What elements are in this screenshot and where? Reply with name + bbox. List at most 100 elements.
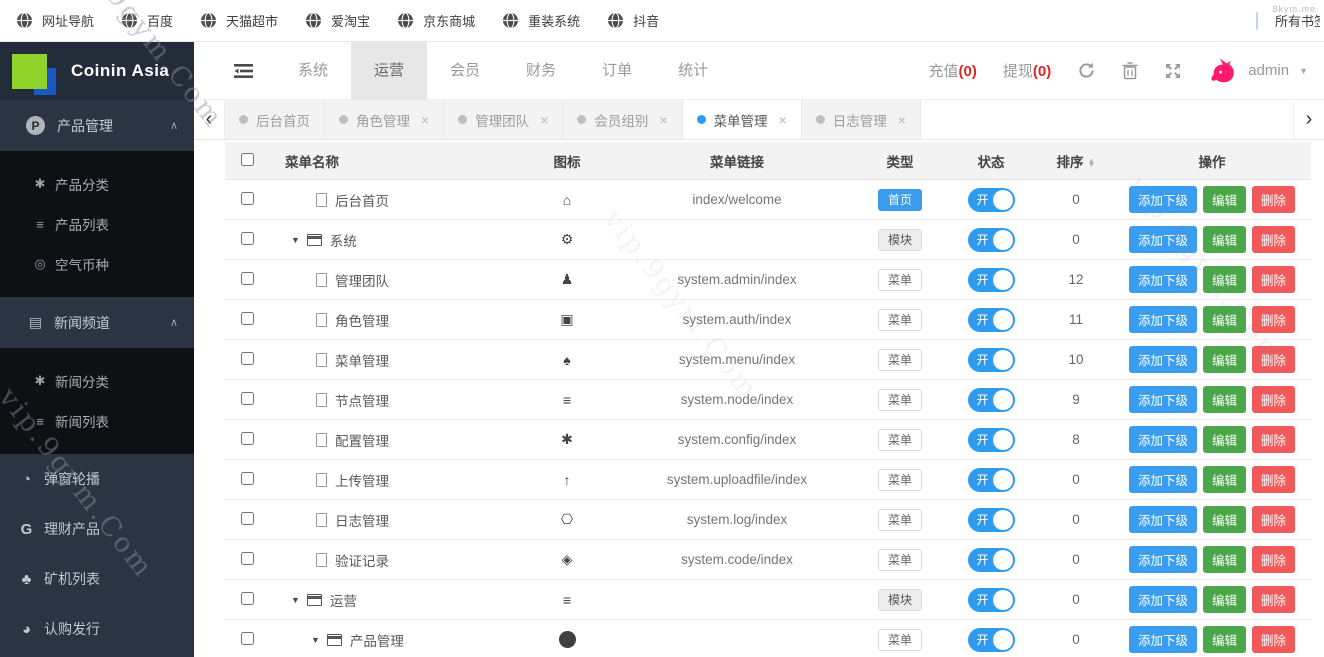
select-all-checkbox[interactable] bbox=[240, 152, 254, 166]
edit-button[interactable]: 编辑 bbox=[1202, 386, 1246, 413]
add-child-button[interactable]: 添加下级 bbox=[1128, 346, 1197, 373]
bookmark-item[interactable]: 百度 bbox=[121, 11, 173, 30]
sidebar-item-news-category[interactable]: ✱ 新闻分类 bbox=[0, 361, 194, 401]
edit-button[interactable]: 编辑 bbox=[1202, 186, 1246, 213]
delete-button[interactable]: 删除 bbox=[1252, 426, 1296, 453]
status-toggle[interactable]: 开 bbox=[967, 507, 1015, 532]
edit-button[interactable]: 编辑 bbox=[1202, 266, 1246, 293]
bookmark-item[interactable]: 重装系统 bbox=[502, 11, 580, 30]
edit-button[interactable]: 编辑 bbox=[1202, 346, 1246, 373]
status-toggle[interactable]: 开 bbox=[967, 267, 1015, 292]
add-child-button[interactable]: 添加下级 bbox=[1128, 546, 1197, 573]
add-child-button[interactable]: 添加下级 bbox=[1128, 626, 1197, 653]
row-checkbox[interactable] bbox=[240, 391, 254, 405]
bookmark-item[interactable]: 爱淘宝 bbox=[305, 11, 370, 30]
sidebar-item-product-management[interactable]: P 产品管理 ∧ bbox=[0, 100, 194, 151]
delete-button[interactable]: 删除 bbox=[1252, 546, 1296, 573]
menu-toggle-icon[interactable] bbox=[234, 63, 253, 79]
close-icon[interactable]: × bbox=[898, 112, 906, 128]
row-checkbox[interactable] bbox=[240, 551, 254, 565]
delete-button[interactable]: 删除 bbox=[1252, 346, 1296, 373]
sidebar-item-popup-carousel[interactable]: ◔ 弹窗轮播 bbox=[0, 454, 194, 504]
delete-button[interactable]: 删除 bbox=[1252, 186, 1296, 213]
status-toggle[interactable]: 开 bbox=[967, 227, 1015, 252]
status-toggle[interactable]: 开 bbox=[967, 467, 1015, 492]
tab-member-group[interactable]: 会员组别 × bbox=[563, 100, 683, 139]
row-checkbox[interactable] bbox=[240, 271, 254, 285]
nav-system[interactable]: 系统 bbox=[275, 42, 351, 100]
user-menu[interactable]: admin ▼ bbox=[1208, 56, 1308, 86]
bookmark-item[interactable]: 京东商城 bbox=[397, 11, 475, 30]
tab-dashboard[interactable]: 后台首页 bbox=[225, 100, 325, 139]
col-sort[interactable]: 排序 ▲ ▼ bbox=[1039, 151, 1113, 171]
delete-button[interactable]: 删除 bbox=[1252, 306, 1296, 333]
add-child-button[interactable]: 添加下级 bbox=[1128, 386, 1197, 413]
add-child-button[interactable]: 添加下级 bbox=[1128, 186, 1197, 213]
sidebar-item-news-channel[interactable]: ▤ 新闻频道 ∧ bbox=[0, 297, 194, 348]
add-child-button[interactable]: 添加下级 bbox=[1128, 466, 1197, 493]
close-icon[interactable]: × bbox=[540, 112, 548, 128]
tabs-scroll-right[interactable]: › bbox=[1293, 100, 1324, 139]
tab-role-management[interactable]: 角色管理 × bbox=[325, 100, 445, 139]
refresh-icon[interactable] bbox=[1077, 61, 1096, 80]
nav-operation[interactable]: 运营 bbox=[351, 41, 428, 100]
status-toggle[interactable]: 开 bbox=[967, 627, 1015, 652]
bookmark-item[interactable]: 抖音 bbox=[607, 11, 659, 30]
status-toggle[interactable]: 开 bbox=[967, 427, 1015, 452]
status-toggle[interactable]: 开 bbox=[967, 587, 1015, 612]
edit-button[interactable]: 编辑 bbox=[1202, 586, 1246, 613]
sidebar-item-air-coin[interactable]: ◎ 空气币种 bbox=[0, 244, 194, 284]
edit-button[interactable]: 编辑 bbox=[1202, 626, 1246, 653]
delete-button[interactable]: 删除 bbox=[1252, 226, 1296, 253]
status-toggle[interactable]: 开 bbox=[967, 347, 1015, 372]
delete-button[interactable]: 删除 bbox=[1252, 626, 1296, 653]
status-toggle[interactable]: 开 bbox=[967, 187, 1015, 212]
nav-finance[interactable]: 财务 bbox=[503, 42, 579, 100]
edit-button[interactable]: 编辑 bbox=[1202, 546, 1246, 573]
delete-button[interactable]: 删除 bbox=[1252, 466, 1296, 493]
row-checkbox[interactable] bbox=[240, 511, 254, 525]
close-icon[interactable]: × bbox=[779, 112, 787, 128]
row-checkbox[interactable] bbox=[240, 431, 254, 445]
status-toggle[interactable]: 开 bbox=[967, 387, 1015, 412]
tab-log-management[interactable]: 日志管理 × bbox=[801, 100, 921, 139]
row-checkbox[interactable] bbox=[240, 191, 254, 205]
delete-button[interactable]: 删除 bbox=[1252, 386, 1296, 413]
sidebar-item-subscription-issue[interactable]: ◕ 认购发行 bbox=[0, 604, 194, 654]
row-checkbox[interactable] bbox=[240, 311, 254, 325]
row-checkbox[interactable] bbox=[240, 351, 254, 365]
edit-button[interactable]: 编辑 bbox=[1202, 306, 1246, 333]
add-child-button[interactable]: 添加下级 bbox=[1128, 226, 1197, 253]
sidebar-item-product-category[interactable]: ✱ 产品分类 bbox=[0, 164, 194, 204]
tab-menu-management[interactable]: 菜单管理 × bbox=[682, 100, 802, 139]
bookmark-item[interactable]: 网址导航 bbox=[16, 11, 94, 30]
tabs-scroll-left[interactable]: ‹ bbox=[194, 100, 225, 139]
caret-down-icon[interactable]: ▼ bbox=[291, 235, 300, 245]
edit-button[interactable]: 编辑 bbox=[1202, 226, 1246, 253]
row-checkbox[interactable] bbox=[240, 591, 254, 605]
caret-down-icon[interactable]: ▼ bbox=[311, 635, 320, 645]
sidebar-item-wealth-products[interactable]: G 理财产品 bbox=[0, 504, 194, 554]
add-child-button[interactable]: 添加下级 bbox=[1128, 426, 1197, 453]
tab-admin-team[interactable]: 管理团队 × bbox=[444, 100, 564, 139]
row-checkbox[interactable] bbox=[240, 631, 254, 645]
bookmark-item[interactable]: 天猫超市 bbox=[200, 11, 278, 30]
delete-button[interactable]: 删除 bbox=[1252, 506, 1296, 533]
recharge-link[interactable]: 充值(0) bbox=[929, 60, 977, 81]
sidebar-item-product-list[interactable]: ≡ 产品列表 bbox=[0, 204, 194, 244]
row-checkbox[interactable] bbox=[240, 231, 254, 245]
caret-down-icon[interactable]: ▼ bbox=[291, 595, 300, 605]
add-child-button[interactable]: 添加下级 bbox=[1128, 306, 1197, 333]
trash-icon[interactable] bbox=[1122, 61, 1138, 80]
edit-button[interactable]: 编辑 bbox=[1202, 426, 1246, 453]
nav-member[interactable]: 会员 bbox=[427, 42, 503, 100]
edit-button[interactable]: 编辑 bbox=[1202, 506, 1246, 533]
withdraw-link[interactable]: 提现(0) bbox=[1003, 60, 1051, 81]
row-checkbox[interactable] bbox=[240, 471, 254, 485]
edit-button[interactable]: 编辑 bbox=[1202, 466, 1246, 493]
status-toggle[interactable]: 开 bbox=[967, 307, 1015, 332]
brand-logo[interactable]: Coinin Asia bbox=[0, 42, 194, 100]
sidebar-item-miner-list[interactable]: ♣ 矿机列表 bbox=[0, 554, 194, 604]
sidebar-item-news-list[interactable]: ≡ 新闻列表 bbox=[0, 401, 194, 441]
delete-button[interactable]: 删除 bbox=[1252, 586, 1296, 613]
